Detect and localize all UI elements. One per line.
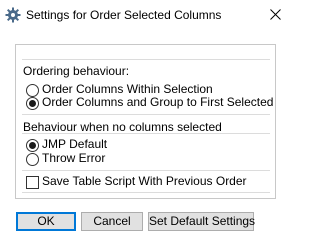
radio-label: Throw Error [42, 151, 106, 165]
title-bar[interactable]: Settings for Order Selected Columns [0, 0, 293, 30]
radio-selected-dot [29, 142, 36, 149]
radio-label: Order Columns and Group to First Selecte… [42, 95, 274, 109]
radio-button[interactable] [26, 153, 39, 166]
close-button[interactable] [257, 0, 293, 30]
close-icon [270, 9, 281, 20]
radio-label: JMP Default [42, 137, 108, 151]
radio-button[interactable] [26, 139, 39, 152]
ok-button[interactable]: OK [16, 212, 76, 231]
radio-button[interactable] [26, 84, 39, 97]
set-default-settings-button[interactable]: Set Default Settings [148, 212, 255, 231]
checkbox-separator-bottom [22, 192, 270, 193]
cancel-button[interactable]: Cancel [81, 212, 143, 231]
settings-dialog: Settings for Order Selected Columns Orde… [0, 0, 293, 244]
radio-label: Order Columns Within Selection [42, 82, 213, 96]
radio-button[interactable] [26, 97, 39, 110]
ordering-section-label: Ordering behaviour: [23, 64, 130, 78]
save-script-checkbox[interactable] [26, 176, 39, 189]
ordering-separator [22, 59, 270, 60]
window-title: Settings for Order Selected Columns [26, 8, 222, 22]
gear-icon [5, 7, 21, 23]
no-selection-separator [22, 133, 270, 134]
checkbox-label: Save Table Script With Previous Order [42, 174, 247, 188]
radio-selected-dot [29, 100, 36, 107]
checkbox-separator-top [22, 170, 270, 171]
no-selection-separator-top [22, 114, 270, 115]
no-selection-section-label: Behaviour when no columns selected [23, 120, 222, 134]
